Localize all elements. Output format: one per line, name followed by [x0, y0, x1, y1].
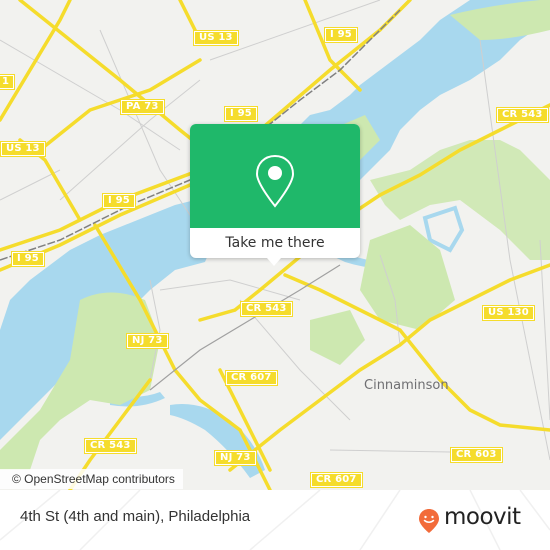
route-shield-nj-73: NJ 73 — [214, 450, 257, 466]
route-shield-i-95: I 95 — [324, 27, 358, 43]
take-me-there-button[interactable]: Take me there — [190, 228, 360, 258]
location-pin-icon — [255, 154, 295, 208]
route-shield-i-95: I 95 — [11, 251, 45, 267]
popup-header — [190, 124, 360, 228]
moovit-smile-pin-icon — [419, 509, 439, 533]
route-shield-i-95: I 95 — [224, 106, 258, 122]
popup-pointer — [267, 258, 281, 266]
route-shield-us-130: US 130 — [482, 305, 535, 321]
route-shield-us-13: US 13 — [0, 141, 46, 157]
route-shield-partial: 1 — [0, 74, 16, 90]
route-shield-cr-603: CR 603 — [450, 447, 503, 463]
park — [310, 310, 365, 365]
route-shield-pa-73: PA 73 — [120, 99, 165, 115]
footer-bar: 4th St (4th and main), Philadelphia moov… — [0, 490, 550, 550]
route-shield-us-13: US 13 — [193, 30, 239, 46]
destination-popup: Take me there — [190, 124, 360, 266]
place-label-cinnaminson: Cinnaminson — [364, 378, 449, 393]
moovit-wordmark: moovit — [444, 504, 521, 530]
route-shield-cr-543: CR 543 — [496, 107, 549, 123]
route-shield-cr-607: CR 607 — [310, 472, 363, 488]
map-view[interactable]: US 13 I 95 PA 73 US 13 I 95 I 95 I 95 CR… — [0, 0, 550, 490]
map-attribution[interactable]: © OpenStreetMap contributors — [0, 469, 183, 489]
route-shield-i-95: I 95 — [102, 193, 136, 209]
route-shield-cr-543: CR 543 — [240, 301, 293, 317]
route-shield-nj-73: NJ 73 — [126, 333, 169, 349]
route-shield-cr-543: CR 543 — [84, 438, 137, 454]
route-shield-cr-607: CR 607 — [225, 370, 278, 386]
stop-title: 4th St (4th and main), Philadelphia — [20, 508, 251, 525]
